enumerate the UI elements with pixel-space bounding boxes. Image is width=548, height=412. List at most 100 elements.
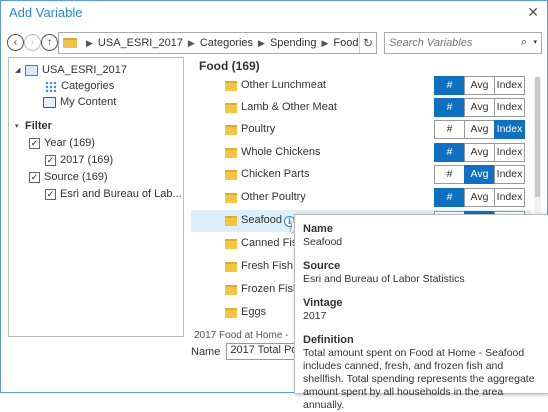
- search-input[interactable]: [385, 33, 515, 53]
- folder-icon: [63, 38, 77, 48]
- folder-icon: [225, 148, 237, 158]
- filter-source[interactable]: ✓ Source (169): [29, 171, 108, 183]
- dialog-title: Add Variable: [9, 5, 83, 20]
- count-toggle[interactable]: #: [434, 188, 465, 207]
- folder-icon: [225, 308, 237, 318]
- title-bar: Add Variable ✕: [1, 1, 547, 25]
- avg-toggle[interactable]: Avg: [464, 76, 495, 95]
- checkbox[interactable]: ✓: [29, 137, 40, 149]
- list-item-label: Other Lunchmeat: [241, 79, 326, 91]
- name-field-row: Name 2017 Total Popula: [191, 343, 311, 360]
- add-variable-dialog: Add Variable ✕ ‹ › ↑ ▶ USA_ESRI_2017 ▶ C…: [0, 0, 548, 411]
- chevron-down-icon[interactable]: ▾: [533, 38, 537, 46]
- count-toggle[interactable]: #: [434, 76, 465, 95]
- avg-toggle[interactable]: Avg: [464, 98, 495, 117]
- index-toggle[interactable]: Index: [494, 165, 525, 184]
- index-toggle[interactable]: Index: [494, 120, 525, 139]
- filter-year-label: Year (169): [44, 137, 95, 149]
- folder-icon: [225, 81, 237, 91]
- count-toggle[interactable]: #: [434, 143, 465, 162]
- list-item-label: Whole Chickens: [241, 146, 321, 158]
- list-item[interactable]: Chicken Parts # Avg Index: [191, 164, 531, 186]
- tree-item-my-content[interactable]: My Content: [43, 96, 116, 108]
- filter-year-value-label: 2017 (169): [60, 154, 114, 166]
- filter-year[interactable]: ✓ Year (169): [29, 137, 95, 149]
- checkbox[interactable]: ✓: [45, 154, 56, 166]
- list-item-label: Eggs: [241, 306, 267, 318]
- stat-toggle: # Avg Index: [434, 188, 525, 207]
- breadcrumb-item[interactable]: Food: [333, 37, 358, 49]
- folder-icon: [225, 170, 237, 180]
- list-item-label: Seafood: [241, 214, 282, 226]
- index-toggle[interactable]: Index: [494, 76, 525, 95]
- filter-source-value-label: Esri and Bureau of Lab...: [60, 188, 182, 200]
- forward-button[interactable]: ›: [24, 34, 41, 51]
- list-item[interactable]: Lamb & Other Meat # Avg Index: [191, 97, 531, 119]
- count-toggle[interactable]: #: [434, 120, 465, 139]
- avg-toggle[interactable]: Avg: [464, 143, 495, 162]
- list-item[interactable]: Other Poultry # Avg Index: [191, 187, 531, 209]
- index-toggle[interactable]: Index: [494, 98, 525, 117]
- name-label: Name: [191, 345, 221, 358]
- filter-source-label: Source (169): [44, 171, 108, 183]
- tooltip-definition-value: Total amount spent on Food at Home - Sea…: [303, 347, 535, 411]
- stat-toggle: # Avg Index: [434, 120, 525, 139]
- caret-down-icon[interactable]: ◢: [15, 66, 25, 74]
- variable-tooltip: Name Seafood Source Esri and Bureau of L…: [294, 214, 548, 411]
- breadcrumb-item[interactable]: Categories: [200, 37, 253, 49]
- stat-toggle: # Avg Index: [434, 98, 525, 117]
- refresh-icon[interactable]: ↻: [359, 33, 376, 53]
- count-toggle[interactable]: #: [434, 98, 465, 117]
- group-header: Food (169): [199, 59, 260, 73]
- filter-source-value[interactable]: ✓ Esri and Bureau of Lab...: [45, 188, 182, 200]
- tree-root[interactable]: ◢ USA_ESRI_2017: [15, 64, 127, 76]
- avg-toggle[interactable]: Avg: [464, 120, 495, 139]
- tooltip-source-value: Esri and Bureau of Labor Statistics: [303, 273, 465, 285]
- caret-down-icon[interactable]: ▾: [15, 122, 25, 130]
- folder-icon: [225, 285, 237, 295]
- scroll-thumb[interactable]: [535, 77, 540, 197]
- list-item-label: Poultry: [241, 123, 276, 135]
- search-box[interactable]: ⌕ ▾: [384, 32, 542, 54]
- folder-icon: [225, 239, 237, 249]
- list-item[interactable]: Other Lunchmeat # Avg Index: [191, 75, 531, 97]
- breadcrumb-item[interactable]: USA_ESRI_2017: [98, 37, 183, 49]
- tooltip-definition-heading: Definition: [303, 334, 354, 346]
- chevron-right-icon: ▶: [321, 37, 329, 48]
- filter-header[interactable]: ▾ Filter: [15, 120, 52, 132]
- folder-icon: [225, 216, 237, 226]
- avg-toggle[interactable]: Avg: [464, 188, 495, 207]
- my-content-icon: [43, 96, 56, 108]
- checkbox[interactable]: ✓: [45, 188, 56, 200]
- stat-toggle: # Avg Index: [434, 143, 525, 162]
- folder-icon: [225, 103, 237, 113]
- breadcrumb[interactable]: ▶ USA_ESRI_2017 ▶ Categories ▶ Spending …: [58, 32, 377, 54]
- breadcrumb-item[interactable]: Spending: [270, 37, 317, 49]
- count-toggle[interactable]: #: [434, 165, 465, 184]
- search-icon[interactable]: ⌕: [521, 36, 527, 49]
- tree-root-label: USA_ESRI_2017: [42, 64, 127, 76]
- avg-toggle[interactable]: Avg: [464, 165, 495, 184]
- stat-toggle: # Avg Index: [434, 76, 525, 95]
- list-item[interactable]: Poultry # Avg Index: [191, 119, 531, 141]
- folder-icon: [225, 193, 237, 203]
- tree-item-categories[interactable]: Categories: [45, 80, 114, 92]
- chevron-right-icon: ▶: [187, 37, 195, 48]
- filter-year-value[interactable]: ✓ 2017 (169): [45, 154, 113, 166]
- categories-icon: [45, 80, 56, 92]
- back-button[interactable]: ‹: [7, 34, 24, 51]
- list-item[interactable]: Whole Chickens # Avg Index: [191, 142, 531, 164]
- navigation-bar: ‹ › ↑ ▶ USA_ESRI_2017 ▶ Categories ▶ Spe…: [7, 32, 543, 54]
- up-button[interactable]: ↑: [41, 34, 58, 51]
- checkbox[interactable]: ✓: [29, 171, 40, 183]
- tooltip-source-heading: Source: [303, 260, 341, 272]
- close-icon[interactable]: ✕: [527, 4, 539, 21]
- tooltip-vintage-heading: Vintage: [303, 297, 343, 309]
- index-toggle[interactable]: Index: [494, 188, 525, 207]
- list-item-label: Lamb & Other Meat: [241, 101, 337, 113]
- filter-title: Filter: [25, 120, 52, 132]
- catalog-tree: ◢ USA_ESRI_2017 Categories My Content ▾ …: [8, 57, 184, 337]
- list-item-truncated[interactable]: 2017 Food at Home -: [194, 330, 294, 341]
- tooltip-vintage-value: 2017: [303, 310, 327, 322]
- index-toggle[interactable]: Index: [494, 143, 525, 162]
